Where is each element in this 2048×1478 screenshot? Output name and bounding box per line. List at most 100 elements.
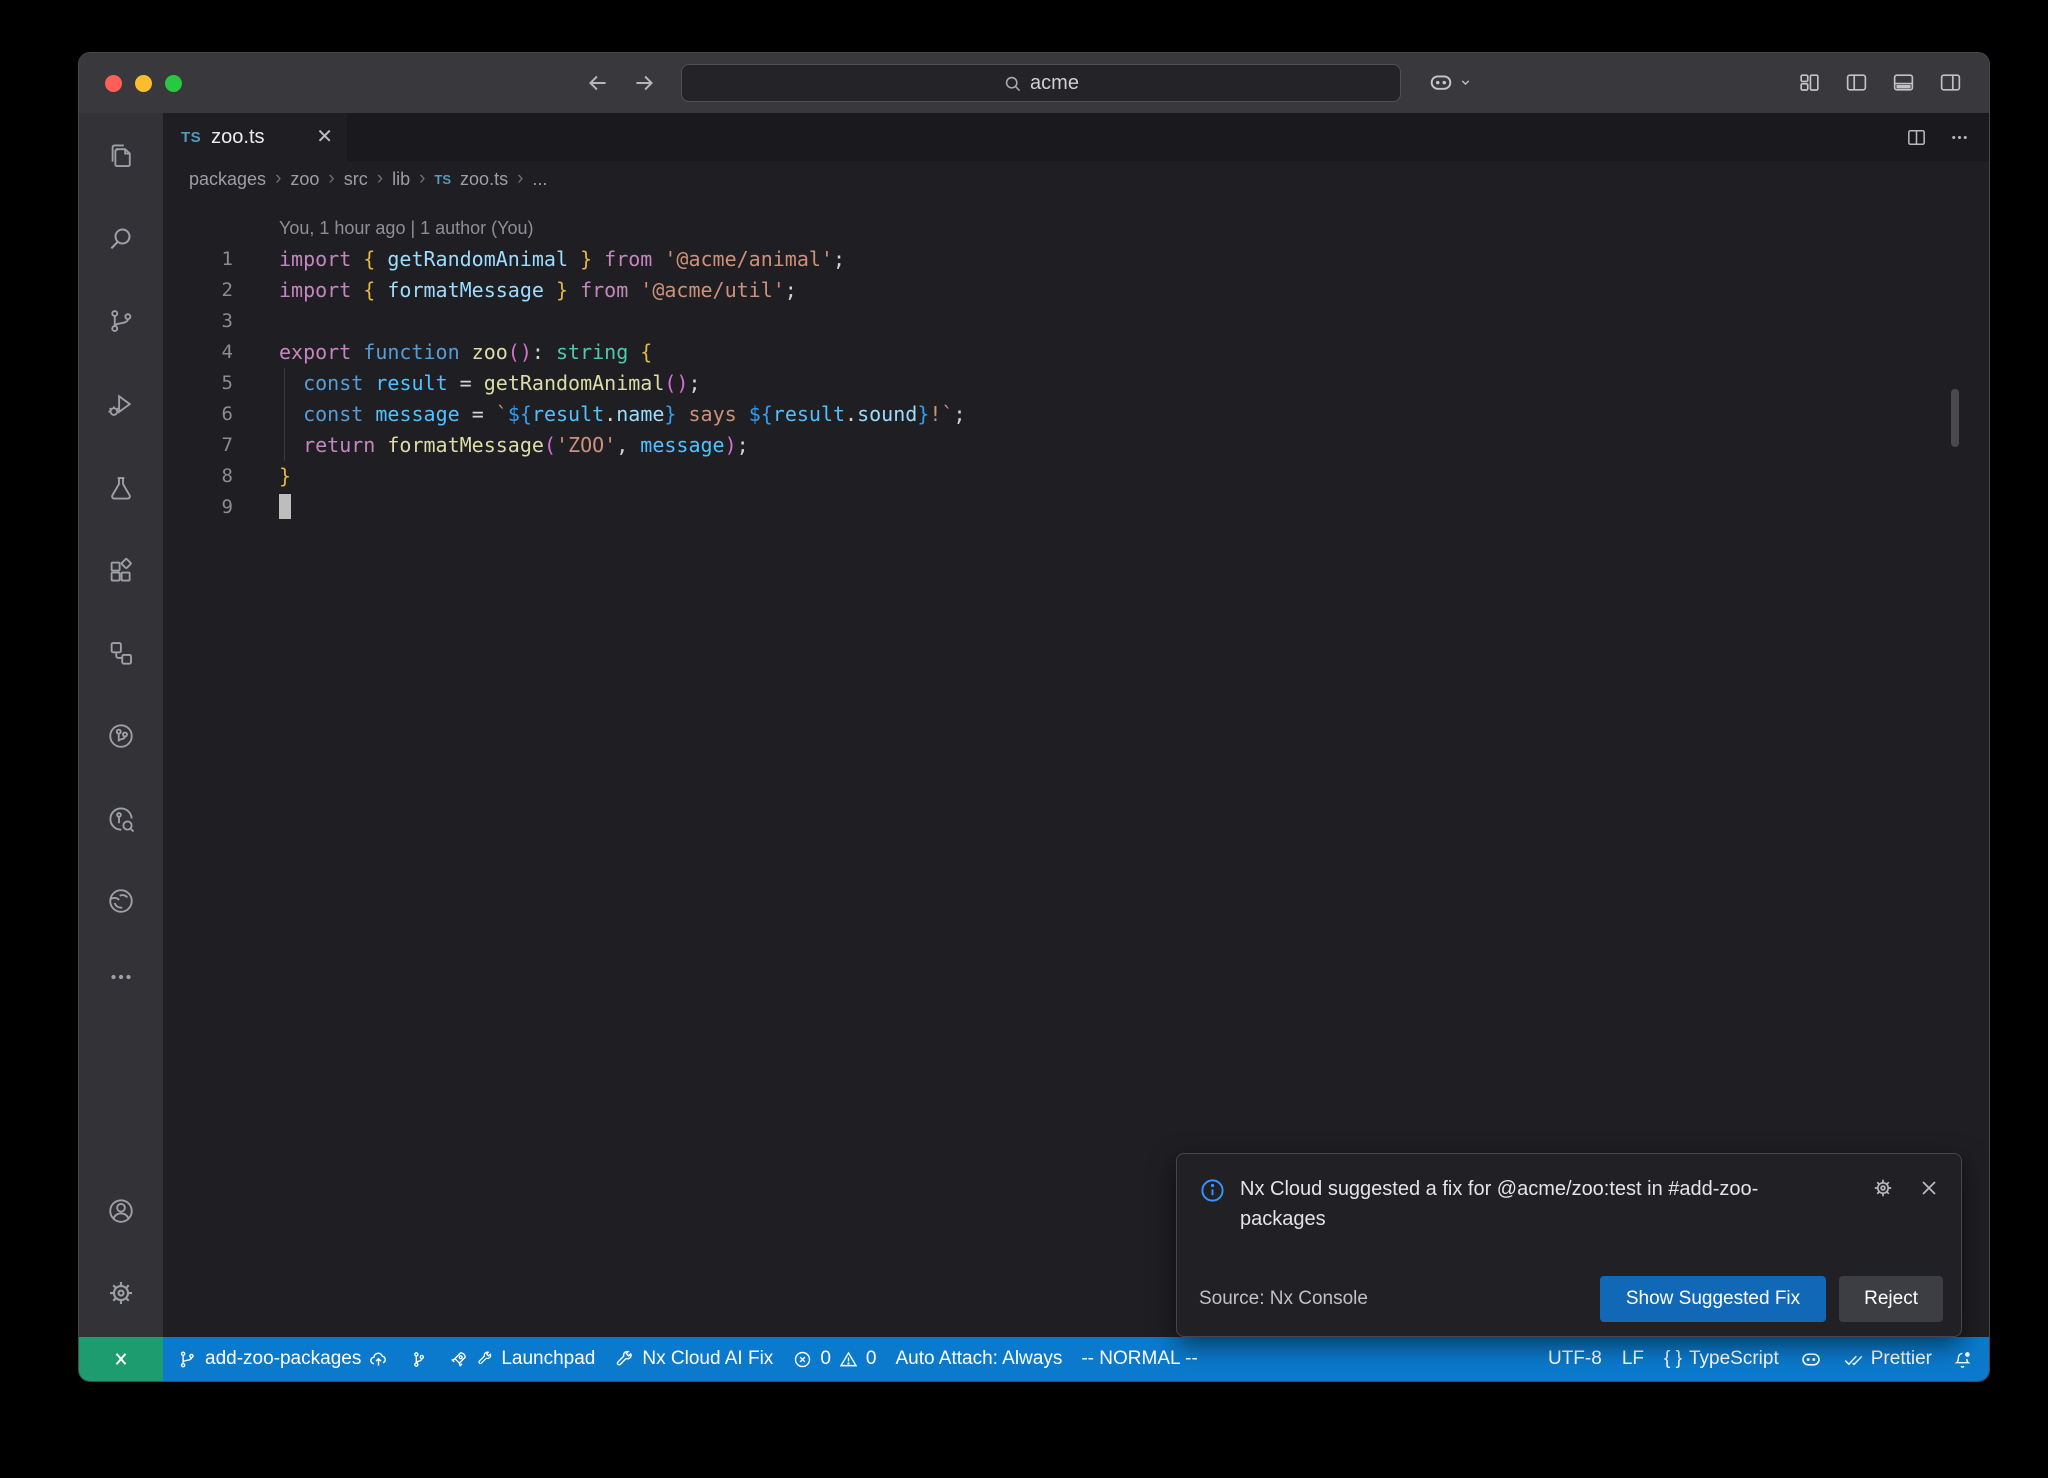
remote-icon [109,1347,133,1371]
code-line[interactable]: 1import { getRandomAnimal } from '@acme/… [163,244,1973,275]
breadcrumb-overflow[interactable]: ... [532,169,547,190]
encoding-item[interactable]: UTF-8 [1548,1348,1602,1370]
code-line[interactable]: 3 [163,306,1973,337]
code-line[interactable]: 2import { formatMessage } from '@acme/ut… [163,275,1973,306]
status-bar: add-zoo-packages Launchpad Nx Cloud AI F… [79,1337,1989,1381]
vim-mode-item[interactable]: -- NORMAL -- [1081,1348,1197,1370]
typescript-file-icon: TS [181,129,201,146]
show-suggested-fix-button[interactable]: Show Suggested Fix [1600,1276,1826,1322]
layout-controls [1797,70,1963,95]
code-text [233,492,291,523]
breadcrumb-file[interactable]: zoo.ts [460,169,508,190]
git-branch-item[interactable]: add-zoo-packages [177,1348,389,1370]
testing-beaker-icon[interactable] [99,466,143,510]
more-actions-icon[interactable] [1948,126,1971,149]
close-tab-icon[interactable]: ✕ [316,127,333,147]
problems-item[interactable]: 0 0 [792,1348,876,1370]
code-line[interactable]: 8} [163,461,1973,492]
more-views-icon[interactable] [99,955,143,999]
notifications-bell-item[interactable] [1952,1349,1973,1370]
text-cursor [279,494,291,519]
copilot-status-item[interactable] [1799,1347,1823,1371]
customize-layout-icon[interactable] [1797,70,1822,95]
branch-name: add-zoo-packages [205,1348,361,1370]
line-number: 5 [163,368,233,399]
navigate-forward-icon[interactable] [631,70,657,96]
extensions-icon[interactable] [99,549,143,593]
reject-button[interactable]: Reject [1839,1276,1943,1322]
close-window-button[interactable] [105,75,122,92]
blame-row: You, 1 hour ago | 1 author (You) [163,213,1973,244]
code-text: const result = getRandomAnimal(); [233,368,701,399]
error-count: 0 [820,1348,831,1370]
split-editor-icon[interactable] [1905,126,1928,149]
breadcrumb-lib[interactable]: lib [392,169,410,190]
minimize-window-button[interactable] [135,75,152,92]
bell-dot-icon [1952,1349,1973,1370]
activity-bar [79,113,163,1337]
notification-close-icon[interactable] [1917,1176,1941,1200]
nx-cloud-ai-fix-label: Nx Cloud AI Fix [642,1348,773,1370]
code-line[interactable]: 4export function zoo(): string { [163,337,1973,368]
status-bar-left: add-zoo-packages Launchpad Nx Cloud AI F… [163,1348,1198,1370]
command-center-search[interactable]: acme [681,64,1401,102]
breadcrumb-packages[interactable]: packages [189,169,266,190]
settings-gear-icon[interactable] [99,1271,143,1315]
code-text: import { formatMessage } from '@acme/uti… [233,275,797,306]
line-number: 8 [163,461,233,492]
language-mode-item[interactable]: { } TypeScript [1664,1348,1779,1370]
search-sidebar-icon[interactable] [99,217,143,261]
notification-source: Source: Nx Console [1199,1288,1368,1310]
line-number: 4 [163,337,233,368]
commit-graph-circle-icon[interactable] [99,714,143,758]
linked-squares-icon[interactable] [99,631,143,675]
toggle-secondary-sidebar-icon[interactable] [1938,70,1963,95]
line-number: 7 [163,430,233,461]
nx-cloud-ai-fix-item[interactable]: Nx Cloud AI Fix [614,1348,773,1370]
maximize-window-button[interactable] [165,75,182,92]
toggle-panel-icon[interactable] [1891,70,1916,95]
code-text: return formatMessage('ZOO', message); [233,430,749,461]
notification-settings-gear-icon[interactable] [1871,1176,1895,1200]
wrench-icon [614,1349,635,1370]
tab-bar: TS zoo.ts ✕ [163,113,1989,161]
toggle-primary-sidebar-icon[interactable] [1844,70,1869,95]
commit-search-circle-icon[interactable] [99,797,143,841]
code-line[interactable]: 9 [163,492,1973,523]
remote-indicator[interactable] [79,1337,163,1381]
auto-attach-item[interactable]: Auto Attach: Always [895,1348,1062,1370]
launchpad-label: Launchpad [501,1348,595,1370]
edge-tools-icon[interactable] [99,879,143,923]
eol-item[interactable]: LF [1622,1348,1644,1370]
search-icon [1003,74,1022,93]
rocket-icon [448,1349,469,1370]
search-value: acme [1030,72,1079,95]
breadcrumb-zoo[interactable]: zoo [290,169,319,190]
copilot-icon [1799,1347,1823,1371]
source-control-icon[interactable] [99,299,143,343]
tab-zoo-ts[interactable]: TS zoo.ts ✕ [163,113,347,161]
code-line[interactable]: 6 const message = `${result.name} says $… [163,399,1973,430]
scrollbar-thumb[interactable] [1951,389,1959,447]
line-number: 2 [163,275,233,306]
editor-actions [1905,113,1971,161]
code-line[interactable]: 7 return formatMessage('ZOO', message); [163,430,1973,461]
git-branch-icon [177,1349,198,1370]
source-control-graph-item[interactable] [408,1349,429,1370]
copilot-menu-button[interactable] [1427,68,1472,96]
line-number: 9 [163,492,233,523]
run-debug-icon[interactable] [99,383,143,427]
launchpad-item[interactable]: Launchpad [448,1348,595,1370]
explorer-icon[interactable] [99,134,143,178]
line-number: 6 [163,399,233,430]
code-area[interactable]: You, 1 hour ago | 1 author (You) 1import… [163,213,1973,523]
breadcrumb-src[interactable]: src [344,169,368,190]
info-icon [1199,1177,1226,1204]
braces-icon: { } [1664,1348,1682,1370]
code-line[interactable]: 5 const result = getRandomAnimal(); [163,368,1973,399]
formatter-item[interactable]: Prettier [1843,1348,1932,1370]
status-bar-right: UTF-8 LF { } TypeScript Prettier [1548,1347,1989,1371]
navigate-back-icon[interactable] [585,70,611,96]
code-text: export function zoo(): string { [233,337,652,368]
account-icon[interactable] [99,1189,143,1233]
